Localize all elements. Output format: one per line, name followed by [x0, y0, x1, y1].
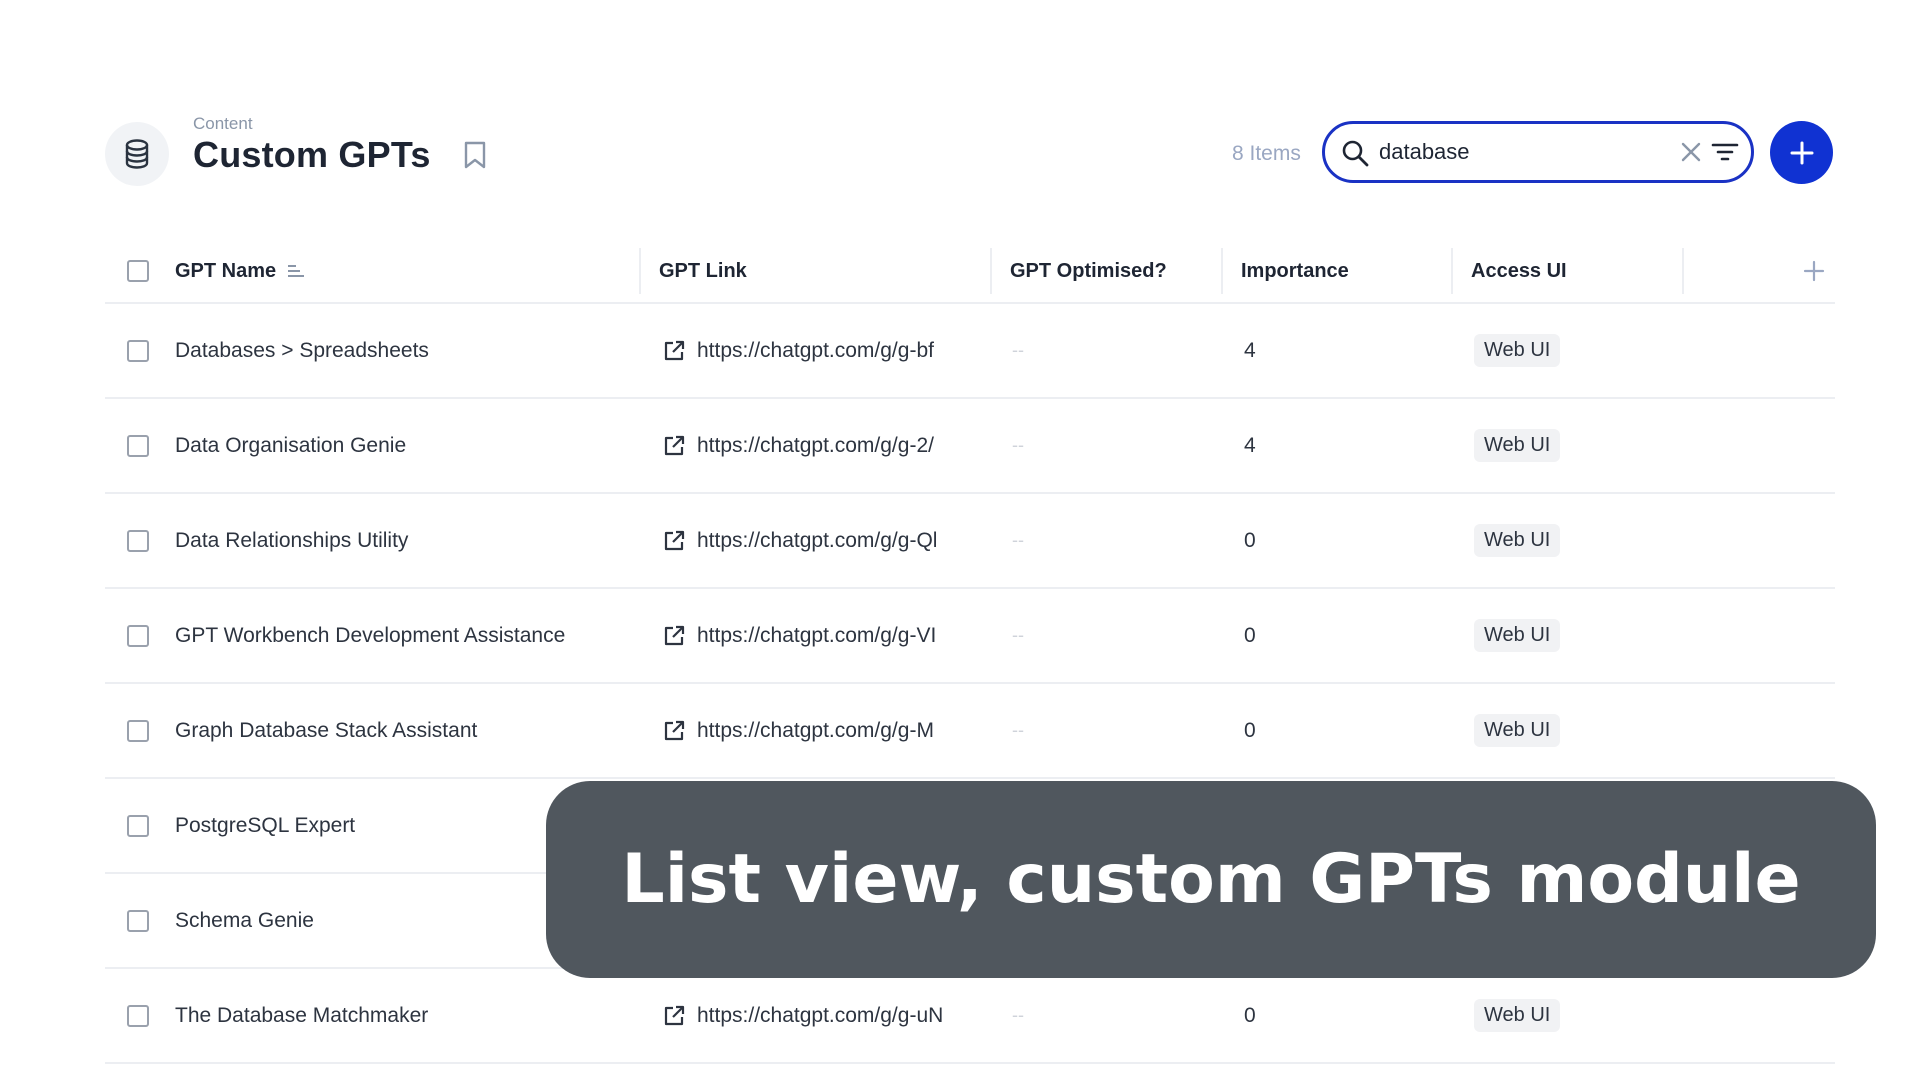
access-ui: Web UI: [1474, 684, 1674, 777]
gpt-optimised: --: [1012, 720, 1024, 740]
row-checkbox[interactable]: [127, 1005, 149, 1027]
row-checkbox[interactable]: [127, 625, 149, 647]
page-title: Custom GPTs: [193, 134, 431, 175]
gpt-name[interactable]: Graph Database Stack Assistant: [175, 684, 595, 777]
column-divider[interactable]: [639, 248, 641, 294]
gpt-name[interactable]: PostgreSQL Expert: [175, 779, 595, 872]
external-link-icon[interactable]: [662, 339, 686, 363]
access-ui: Web UI: [1474, 969, 1674, 1062]
column-header-importance[interactable]: Importance: [1241, 240, 1349, 302]
gpt-link[interactable]: https://chatgpt.com/g/g-M: [662, 684, 982, 777]
page: Content Custom GPTs 8 Items database GPT…: [0, 0, 1920, 1080]
access-ui-badge: Web UI: [1474, 999, 1561, 1032]
column-label: GPT Name: [175, 259, 277, 282]
access-ui-badge: Web UI: [1474, 524, 1561, 557]
gpt-name[interactable]: GPT Workbench Development Assistance: [175, 589, 595, 682]
table-row[interactable]: The Database Matchmaker https://chatgpt.…: [105, 969, 1835, 1064]
caption-overlay: List view, custom GPTs module: [546, 781, 1876, 978]
external-link-icon[interactable]: [662, 434, 686, 458]
access-ui: Web UI: [1474, 589, 1674, 682]
external-link-icon[interactable]: [662, 624, 686, 648]
column-header-gpt-name[interactable]: GPT Name: [175, 240, 306, 302]
breadcrumb[interactable]: Content: [193, 114, 253, 134]
gpt-link[interactable]: https://chatgpt.com/g/g-2/: [662, 399, 982, 492]
gpt-name[interactable]: The Database Matchmaker: [175, 969, 595, 1062]
caption-text: List view, custom GPTs module: [621, 840, 1801, 919]
importance: 4: [1244, 433, 1256, 457]
select-all-checkbox[interactable]: [127, 260, 149, 282]
gpt-optimised: --: [1012, 625, 1024, 645]
gpt-name[interactable]: Data Organisation Genie: [175, 399, 595, 492]
database-icon: [105, 122, 169, 186]
gpt-link-text[interactable]: https://chatgpt.com/g/g-M: [697, 719, 979, 743]
search-icon: [1342, 140, 1369, 167]
external-link-icon[interactable]: [662, 529, 686, 553]
gpt-link[interactable]: https://chatgpt.com/g/g-bf: [662, 304, 982, 397]
row-checkbox[interactable]: [127, 910, 149, 932]
importance: 0: [1244, 1003, 1256, 1027]
access-ui-badge: Web UI: [1474, 619, 1561, 652]
importance: 4: [1244, 338, 1256, 362]
gpt-link-text[interactable]: https://chatgpt.com/g/g-Ql: [697, 529, 979, 553]
access-ui: Web UI: [1474, 494, 1674, 587]
gpt-link-text[interactable]: https://chatgpt.com/g/g-uN: [697, 1004, 979, 1028]
add-column-icon[interactable]: [1802, 259, 1826, 283]
search-box[interactable]: [1322, 121, 1754, 183]
gpt-name[interactable]: Data Relationships Utility: [175, 494, 595, 587]
importance: 0: [1244, 718, 1256, 742]
page-header: Content Custom GPTs 8 Items: [105, 112, 1835, 198]
item-count: 8 Items: [1232, 142, 1301, 165]
gpt-link-text[interactable]: https://chatgpt.com/g/g-VI: [697, 624, 979, 648]
table-header: GPT Name GPT Link GPT Optimised? Importa…: [105, 240, 1835, 304]
gpt-optimised: --: [1012, 530, 1024, 550]
gpt-link[interactable]: https://chatgpt.com/g/g-Ql: [662, 494, 982, 587]
gpt-optimised: --: [1012, 1005, 1024, 1025]
sort-icon[interactable]: [286, 263, 306, 279]
table-row[interactable]: Graph Database Stack Assistant https://c…: [105, 684, 1835, 779]
gpt-optimised: --: [1012, 340, 1024, 360]
search-input[interactable]: [1379, 136, 1679, 168]
table-row[interactable]: GPT Workbench Development Assistance htt…: [105, 589, 1835, 684]
row-checkbox[interactable]: [127, 720, 149, 742]
access-ui: Web UI: [1474, 399, 1674, 492]
row-checkbox[interactable]: [127, 815, 149, 837]
bookmark-icon[interactable]: [460, 138, 490, 172]
row-checkbox[interactable]: [127, 435, 149, 457]
filter-icon[interactable]: [1711, 140, 1739, 164]
column-divider[interactable]: [1221, 248, 1223, 294]
gpt-link-text[interactable]: https://chatgpt.com/g/g-bf: [697, 339, 979, 363]
column-header-gpt-optimised[interactable]: GPT Optimised?: [1010, 240, 1167, 302]
gpt-link-text[interactable]: https://chatgpt.com/g/g-2/: [697, 434, 979, 458]
gpt-link[interactable]: https://chatgpt.com/g/g-VI: [662, 589, 982, 682]
plus-icon: [1790, 141, 1813, 164]
gpt-name[interactable]: Databases > Spreadsheets: [175, 304, 595, 397]
importance: 0: [1244, 528, 1256, 552]
access-ui: Web UI: [1474, 304, 1674, 397]
access-ui-badge: Web UI: [1474, 714, 1561, 747]
gpt-optimised: --: [1012, 435, 1024, 455]
table-row[interactable]: Databases > Spreadsheets https://chatgpt…: [105, 304, 1835, 399]
column-header-gpt-link[interactable]: GPT Link: [659, 240, 747, 302]
table-row[interactable]: Data Organisation Genie https://chatgpt.…: [105, 399, 1835, 494]
column-divider[interactable]: [1451, 248, 1453, 294]
close-icon[interactable]: [1679, 140, 1703, 164]
column-header-access-ui[interactable]: Access UI: [1471, 240, 1567, 302]
access-ui-badge: Web UI: [1474, 334, 1561, 367]
access-ui-badge: Web UI: [1474, 429, 1561, 462]
row-checkbox[interactable]: [127, 340, 149, 362]
column-divider[interactable]: [1682, 248, 1684, 294]
gpt-link[interactable]: https://chatgpt.com/g/g-uN: [662, 969, 982, 1062]
external-link-icon[interactable]: [662, 1004, 686, 1028]
table-row[interactable]: Data Relationships Utility https://chatg…: [105, 494, 1835, 589]
external-link-icon[interactable]: [662, 719, 686, 743]
column-divider[interactable]: [990, 248, 992, 294]
gpt-name[interactable]: Schema Genie: [175, 874, 595, 967]
row-checkbox[interactable]: [127, 530, 149, 552]
add-item-button[interactable]: [1770, 121, 1833, 184]
importance: 0: [1244, 623, 1256, 647]
